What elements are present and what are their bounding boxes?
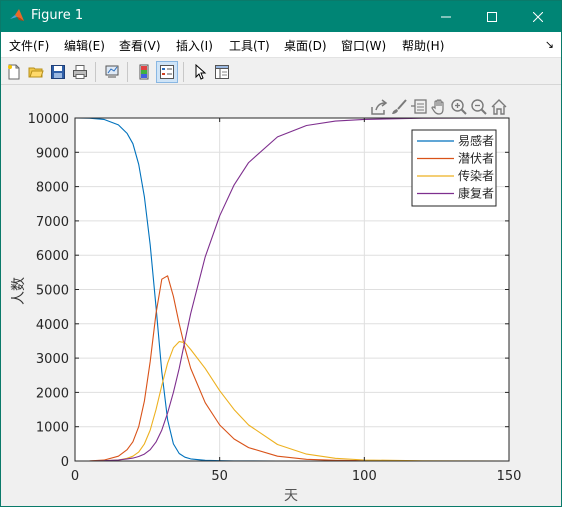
edit-plot-button[interactable] [189,61,211,83]
y-tick-label: 3000 [36,352,69,367]
legend-icon [160,65,174,79]
menu-edit[interactable]: 编辑(E) [64,37,105,54]
menu-file[interactable]: 文件(F) [9,37,49,54]
y-tick-label: 4000 [36,318,69,333]
property-inspector-button[interactable] [211,61,233,83]
menu-bar: 文件(F) 编辑(E) 查看(V) 插入(I) 工具(T) 桌面(D) 窗口(W… [1,32,561,57]
y-tick-label: 10000 [28,112,69,127]
link-plot-button[interactable] [101,61,123,83]
matlab-logo-icon [10,9,24,21]
figure-toolbar [1,57,561,85]
y-tick-label: 9000 [36,146,69,161]
legend-label: 易感者 [458,133,494,148]
print-button[interactable] [69,61,91,83]
close-button[interactable] [515,1,561,32]
toolbar-separator [183,62,184,82]
menu-dock-arrow-icon[interactable]: ↘ [545,38,554,51]
link-plot-icon [105,65,119,78]
x-tick-label: 0 [71,469,79,484]
colorbar-icon [139,64,149,80]
y-tick-label: 0 [61,455,69,470]
maximize-button[interactable] [469,1,515,32]
y-axis-label: 人数 [11,277,27,305]
open-file-button[interactable] [25,61,47,83]
y-tick-label: 8000 [36,181,69,196]
save-disk-icon [51,65,65,79]
figure-window: Figure 1 文件(F) 编辑(E) 查看(V) 插入(I) 工具(T) 桌… [0,0,562,507]
y-tick-label: 5000 [36,284,69,299]
legend-label: 传染者 [458,168,494,183]
insert-legend-button[interactable] [156,61,178,83]
legend[interactable]: 易感者潜伏者传染者康复者 [411,129,497,207]
close-icon [533,11,543,22]
minimize-icon [441,16,451,17]
title-bar[interactable]: Figure 1 [1,1,561,32]
y-tick-label: 2000 [36,386,69,401]
minimize-button[interactable] [423,1,469,32]
toolbar-separator [127,62,128,82]
toolbar-separator [95,62,96,82]
y-tick-label: 1000 [36,421,69,436]
property-inspector-icon [215,65,229,79]
insert-colorbar-button[interactable] [133,61,155,83]
menu-tools[interactable]: 工具(T) [229,37,270,54]
x-tick-label: 50 [211,469,228,484]
menu-desktop[interactable]: 桌面(D) [284,37,327,54]
maximize-icon [487,11,497,22]
printer-icon [73,65,87,79]
y-tick-label: 7000 [36,215,69,230]
menu-view[interactable]: 查看(V) [119,37,161,54]
x-axis-label: 天 [284,488,298,504]
pointer-arrow-icon [195,64,207,80]
legend-label: 康复者 [458,186,494,201]
window-title: Figure 1 [31,8,84,23]
menu-window[interactable]: 窗口(W) [341,37,386,54]
x-tick-label: 100 [352,469,377,484]
line-chart[interactable]: 0 50 100 150 0 1000 2000 3000 4000 5000 6000 7000 80… [1,86,561,506]
menu-help[interactable]: 帮助(H) [402,37,444,54]
legend-label: 潜伏者 [458,152,494,166]
save-button[interactable] [47,61,69,83]
x-tick-label: 150 [497,469,522,484]
open-folder-icon [28,67,44,78]
new-file-icon [8,64,20,80]
new-figure-button[interactable] [3,61,25,83]
y-tick-label: 6000 [36,249,69,264]
menu-insert[interactable]: 插入(I) [176,37,213,54]
